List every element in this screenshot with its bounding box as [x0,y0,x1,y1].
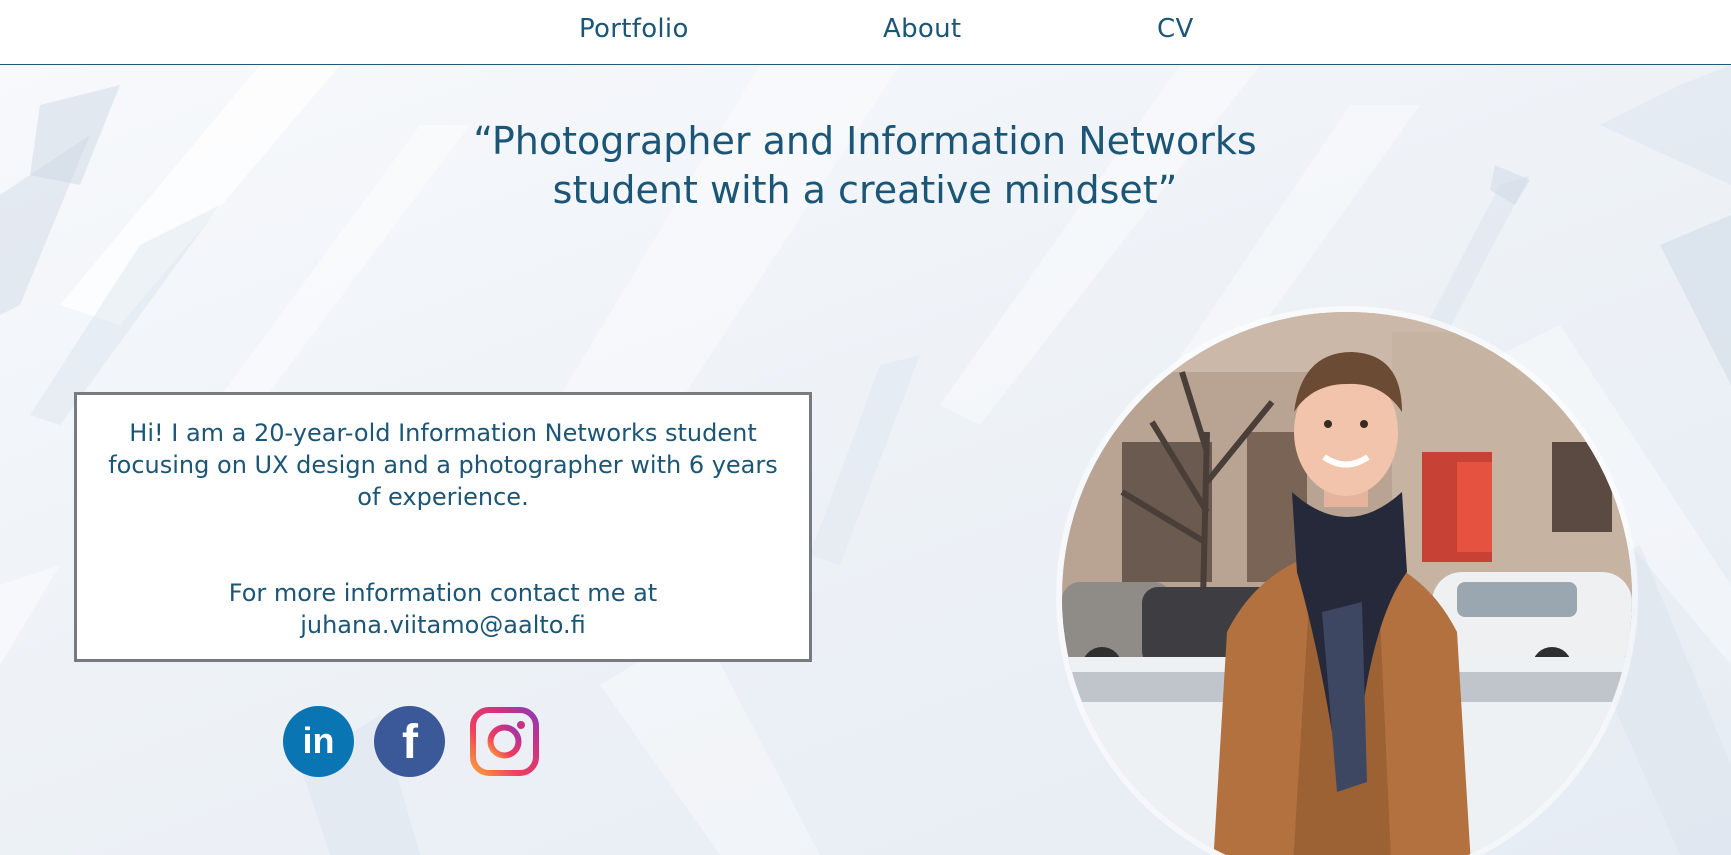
contact-paragraph: For more information contact me at juhan… [101,577,785,641]
facebook-glyph: f [402,716,419,769]
linkedin-glyph: in [303,720,335,761]
nav-about-link[interactable]: About [883,14,961,44]
instagram-icon [470,707,539,776]
intro-text-box: Hi! I am a 20-year-old Information Netwo… [74,392,812,662]
contact-prefix-text: For more information contact me at [228,579,658,607]
instagram-link[interactable] [469,706,540,777]
facebook-link[interactable]: f [374,706,445,777]
tagline-line-2: student with a creative mindset” [552,168,1178,212]
intro-paragraph: Hi! I am a 20-year-old Information Netwo… [108,419,778,511]
nav-cv-link[interactable]: CV [1157,14,1194,44]
nav-portfolio-link[interactable]: Portfolio [579,14,689,44]
hero-section: “Photographer and Information Networks s… [0,65,1731,855]
profile-photo [1062,312,1632,855]
profile-photo-illustration [1062,312,1632,855]
contact-email: juhana.viitamo@aalto.fi [300,611,586,639]
tagline-line-1: “Photographer and Information Networks [473,119,1257,163]
tagline-heading: “Photographer and Information Networks s… [365,117,1365,215]
top-navigation: Portfolio About CV [0,0,1731,65]
linkedin-link[interactable]: in [283,706,354,777]
linkedin-icon: in [283,706,354,777]
facebook-icon: f [374,706,445,777]
